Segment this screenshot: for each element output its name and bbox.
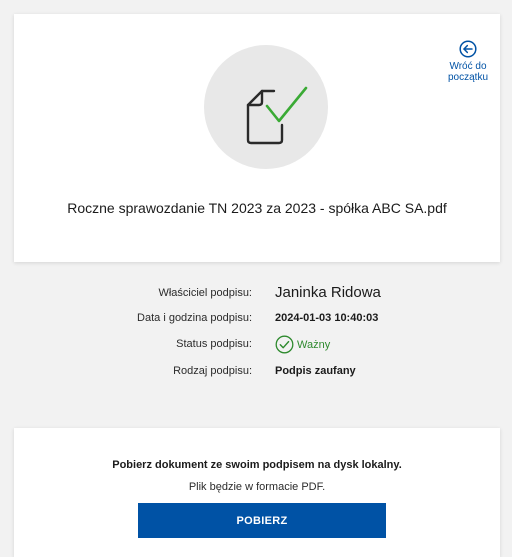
document-card: Wróć do początku Roczne sprawozdanie TN … bbox=[14, 14, 500, 262]
download-button[interactable]: POBIERZ bbox=[138, 503, 386, 538]
datetime-row: Data i godzina podpisu: 2024-01-03 10:40… bbox=[0, 309, 512, 331]
download-card: Pobierz dokument ze swoim podpisem na dy… bbox=[14, 428, 500, 557]
download-subtitle: Plik będzie w formacie PDF. bbox=[188, 481, 326, 493]
status-label: Status podpisu: bbox=[176, 338, 252, 350]
datetime-value: 2024-01-03 10:40:03 bbox=[275, 312, 379, 324]
back-label-line1: Wróć do bbox=[449, 61, 487, 72]
document-file-name: Roczne sprawozdanie TN 2023 za 2023 - sp… bbox=[67, 200, 447, 216]
owner-label: Właściciel podpisu: bbox=[158, 287, 252, 299]
check-circle-icon bbox=[275, 335, 294, 354]
back-to-start-link[interactable]: Wróć do początku bbox=[444, 40, 492, 83]
arrow-left-circle-icon bbox=[459, 40, 477, 58]
type-label: Rodzaj podpisu: bbox=[173, 365, 252, 377]
status-row: Status podpisu: Ważny bbox=[0, 335, 512, 357]
download-title: Pobierz dokument ze swoim podpisem na dy… bbox=[112, 459, 402, 471]
datetime-label: Data i godzina podpisu: bbox=[137, 312, 252, 324]
back-label-line2: początku bbox=[447, 72, 489, 83]
document-illustration bbox=[204, 45, 328, 169]
owner-row: Właściciel podpisu: Janinka Ridowa bbox=[0, 284, 512, 306]
document-check-icon bbox=[246, 86, 308, 145]
type-value: Podpis zaufany bbox=[275, 365, 356, 377]
status-badge: Ważny bbox=[275, 335, 330, 354]
type-row: Rodzaj podpisu: Podpis zaufany bbox=[0, 362, 512, 384]
owner-value: Janinka Ridowa bbox=[275, 284, 381, 301]
status-value: Ważny bbox=[297, 338, 331, 351]
